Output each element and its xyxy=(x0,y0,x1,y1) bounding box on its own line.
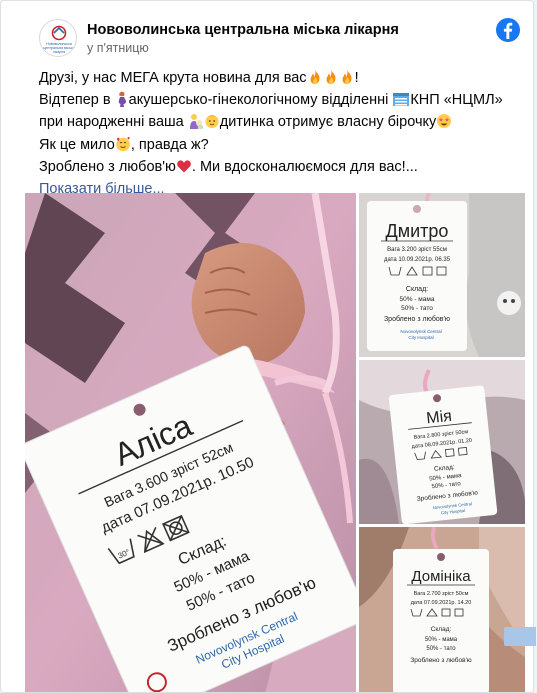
photo-dmytro[interactable]: Дмитро Вага 3.200 зріст 55см дата 10.09.… xyxy=(359,193,525,357)
hospital-logo-icon: Нововолинська центральна міська лікарня xyxy=(43,25,75,54)
tag-dad: 50% - тато xyxy=(426,646,456,652)
tag-love: Зроблено з любов'ю xyxy=(384,315,450,323)
tag-hospital-2: City Hospital xyxy=(408,335,433,340)
post-line-2a: Відтепер в xyxy=(39,92,115,109)
page-name-link[interactable]: Нововолинська центральна міська лікарня xyxy=(87,22,399,38)
post-line-5a: Зроблено з любов'ю xyxy=(39,158,176,175)
smiling-face-with-hearts-emoji-icon xyxy=(115,136,131,158)
post-line-1: Друзі, у нас МЕГА крута новина для вас! xyxy=(39,69,519,91)
post-line-3a: при народженні ваша xyxy=(39,114,188,131)
post-line-4: Як це мило , правда ж? xyxy=(39,136,519,158)
tag-mom: 50% - мама xyxy=(400,296,435,303)
post-line-4a: Як це мило xyxy=(39,136,115,153)
post-line-4b: , правда ж? xyxy=(130,136,209,153)
post-line-2b: акушерсько-гінекологічному відділенні xyxy=(128,92,393,109)
photo-dominika[interactable]: Домініка Вага 2.700 зріст 50см дата 07.0… xyxy=(359,527,525,692)
tag-date: дата 07.09.2021р. 14.20 xyxy=(411,600,472,606)
post-line-2: Відтепер в акушерсько-гінекологічному ві… xyxy=(39,91,519,113)
post-timestamp[interactable]: у п'ятницю xyxy=(87,41,149,55)
tag-date: дата 10.09.2021р. 06.35 xyxy=(384,257,451,263)
tag-hospital-1: Novovolynsk Central xyxy=(400,329,441,334)
tag-mom: 50% - мама xyxy=(425,637,458,643)
tag-composition-title: Склад: xyxy=(431,626,452,633)
post-line-3b: дитинка отримує власну бірочку xyxy=(219,114,437,131)
post-line-5: Зроблено з любов'ю . Ми вдосконалюємося д… xyxy=(39,158,519,180)
woman-feeding-baby-emoji-icon xyxy=(188,113,204,135)
logo-line-3: лікарня xyxy=(53,50,66,54)
fire-emoji-icon xyxy=(339,69,355,91)
tag-weight-height: Вага 2.700 зріст 50см xyxy=(414,591,469,597)
post-line-1-text: Друзі, у нас МЕГА крута новина для вас xyxy=(39,70,307,86)
star-struck-emoji-icon xyxy=(436,113,452,135)
tag-dad: 50% - тато xyxy=(401,305,433,312)
page-avatar[interactable]: Нововолинська центральна міська лікарня xyxy=(39,19,77,57)
hospital-emoji-icon xyxy=(392,91,410,113)
post-message: Друзі, у нас МЕГА крута новина для вас! … xyxy=(39,69,519,199)
baby-emoji-icon xyxy=(204,113,220,135)
photo-miia[interactable]: Мія Вага 2.800 зріст 50см дата 08.09.202… xyxy=(359,360,525,524)
post-card: Нововолинська центральна міська лікарня … xyxy=(0,0,534,693)
tag-love: Зроблено з любов'ю xyxy=(410,656,471,664)
tag-weight-height: Вага 3.200 зріст 55см xyxy=(387,247,447,253)
photo-main-alisa[interactable]: Аліса Вага 3.600 зріст 52см дата 07.09.2… xyxy=(25,193,356,692)
post-line-2c: КНП «НЦМЛ» xyxy=(410,92,503,109)
post-line-1-end: ! xyxy=(354,70,359,86)
tag-name: Дмитро xyxy=(386,221,449,241)
red-heart-emoji-icon xyxy=(176,158,192,180)
pregnant-woman-emoji-icon xyxy=(115,91,129,113)
tag-name: Домініка xyxy=(411,568,471,585)
post-line-3: при народженні ваша дитинка отримує влас… xyxy=(39,113,519,135)
photo-grid: Аліса Вага 3.600 зріст 52см дата 07.09.2… xyxy=(25,193,525,692)
fire-emoji-icon xyxy=(307,69,323,91)
fire-emoji-icon xyxy=(323,69,339,91)
tag-name: Мія xyxy=(425,408,452,428)
scroll-to-top-button[interactable] xyxy=(504,627,536,646)
post-header: Нововолинська центральна міська лікарня … xyxy=(39,17,533,59)
facebook-icon[interactable] xyxy=(495,17,521,43)
post-line-5b: . Ми вдосконалюємося для вас!... xyxy=(191,158,418,175)
tag-composition-title: Склад: xyxy=(406,286,428,293)
